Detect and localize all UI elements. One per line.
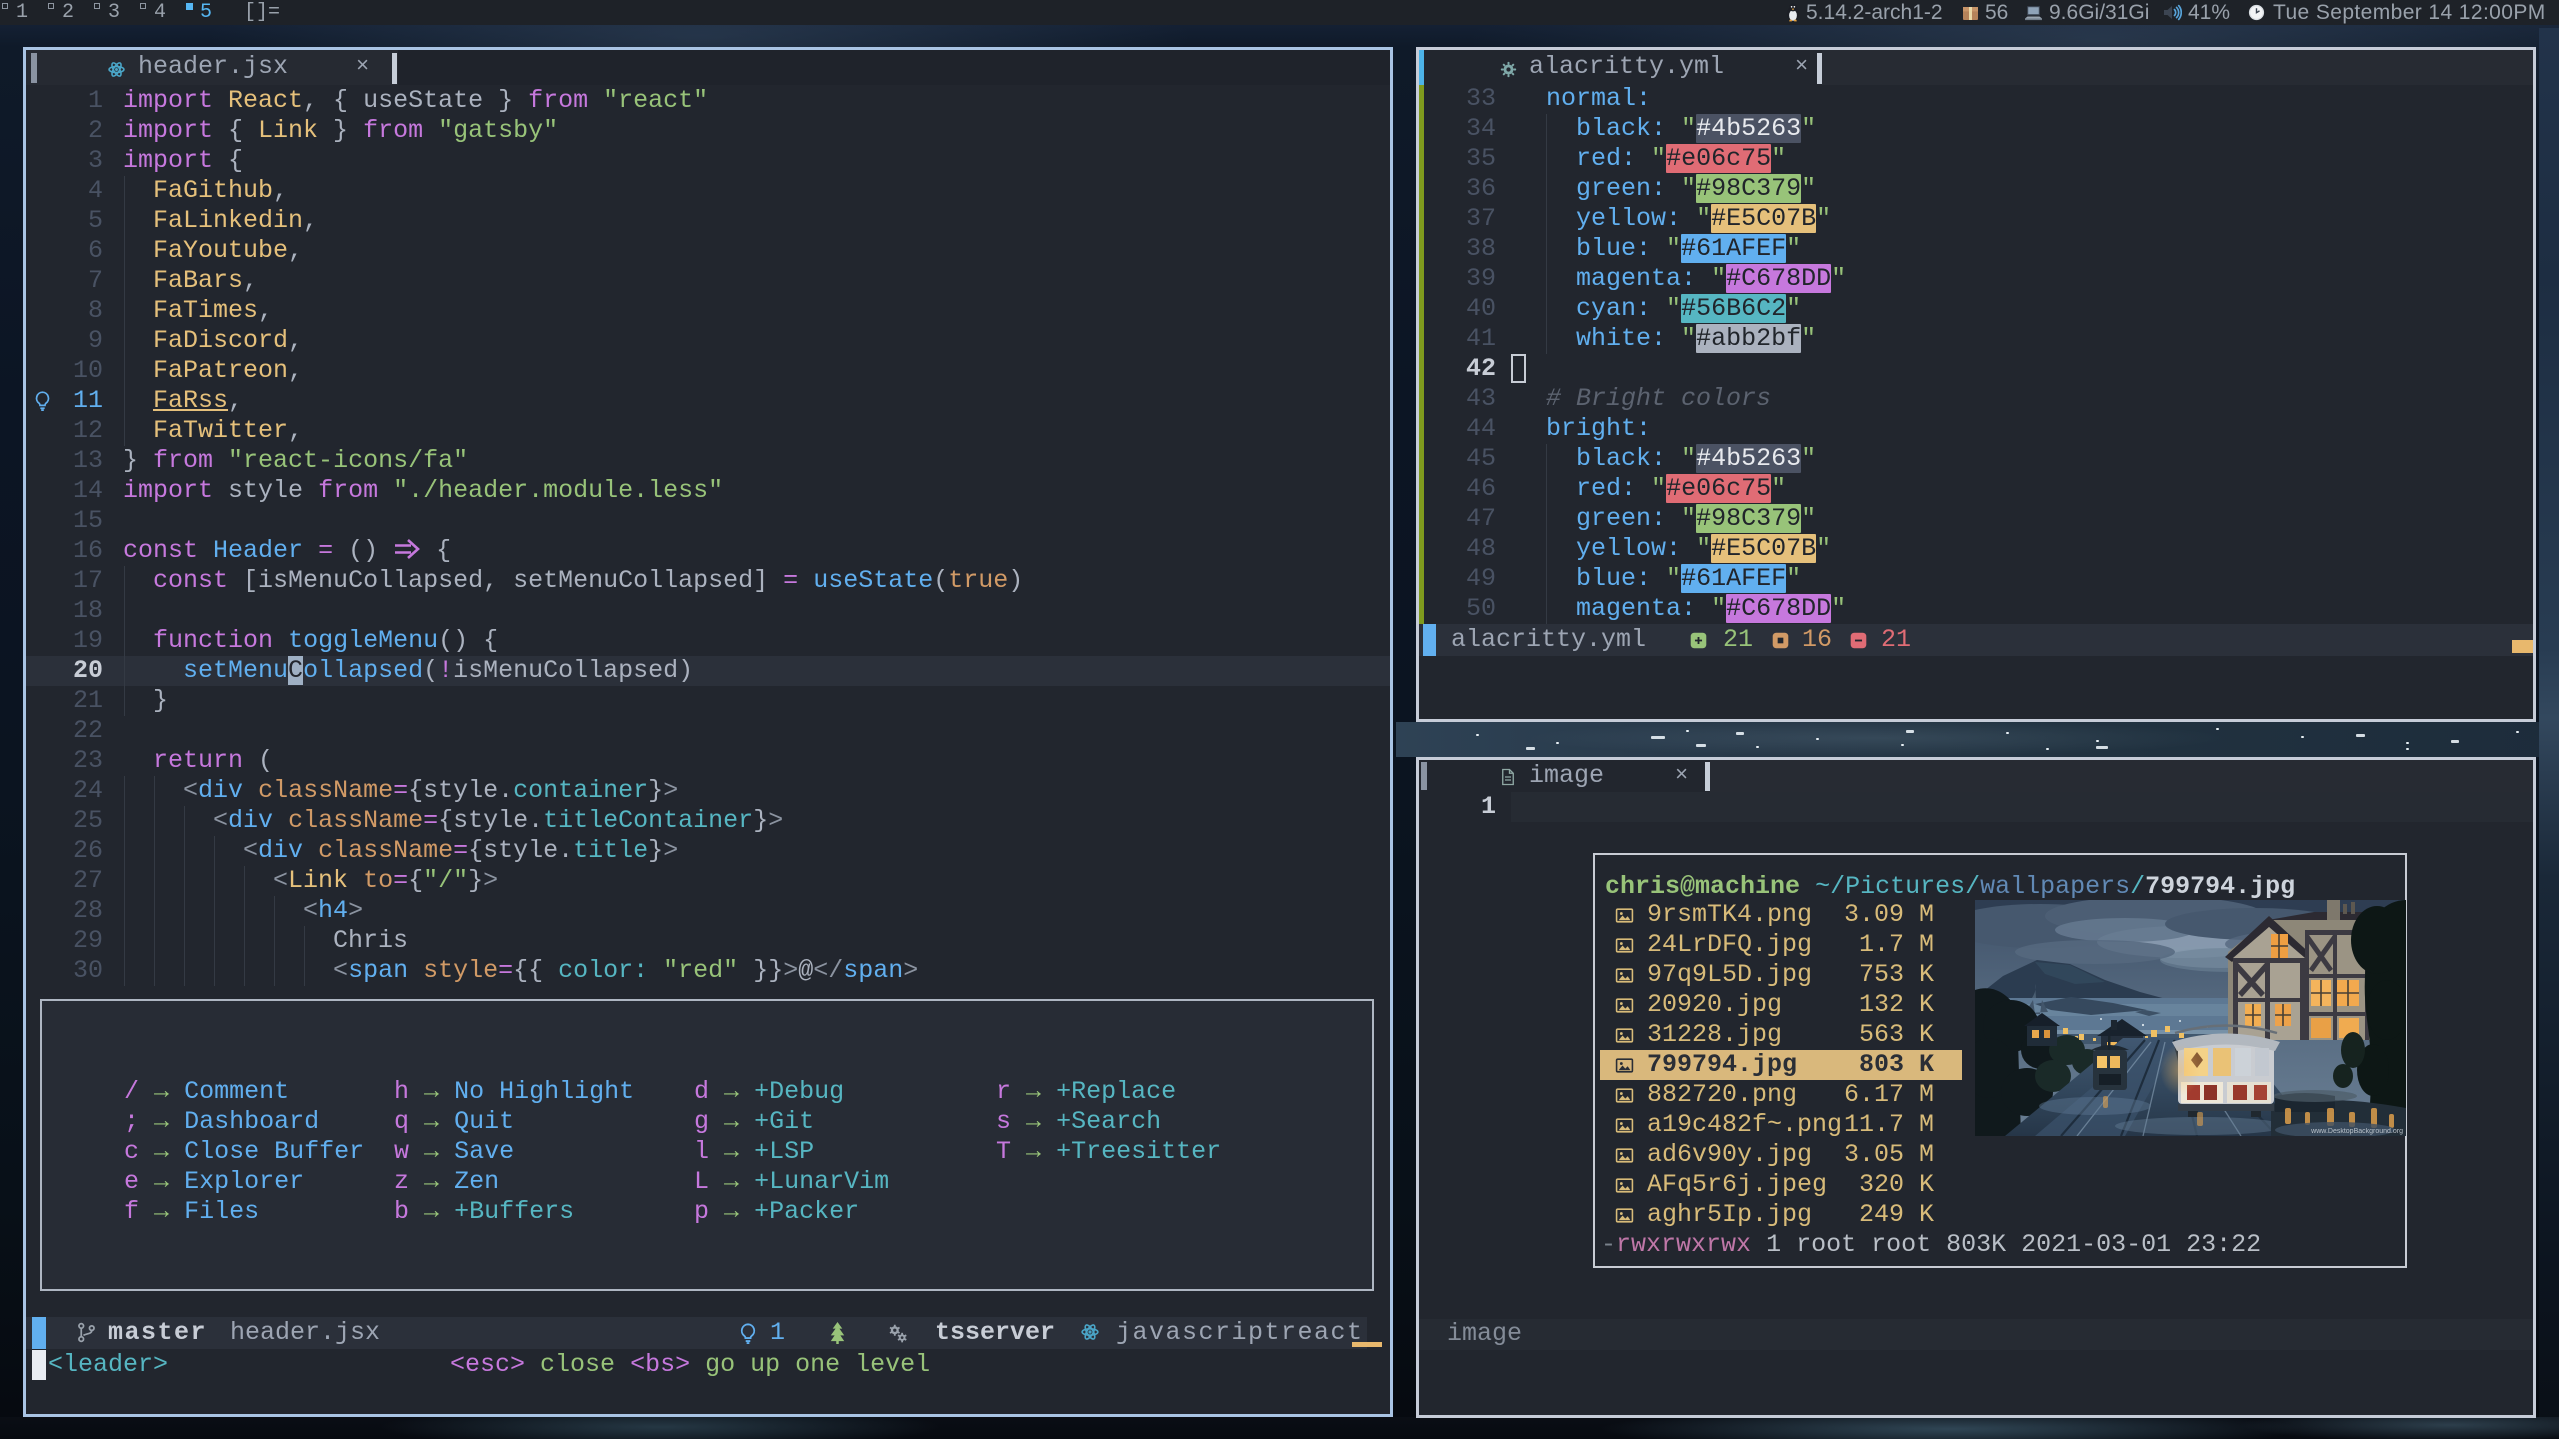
svg-text:www.DesktopBackground.org: www.DesktopBackground.org: [2310, 1128, 2403, 1135]
